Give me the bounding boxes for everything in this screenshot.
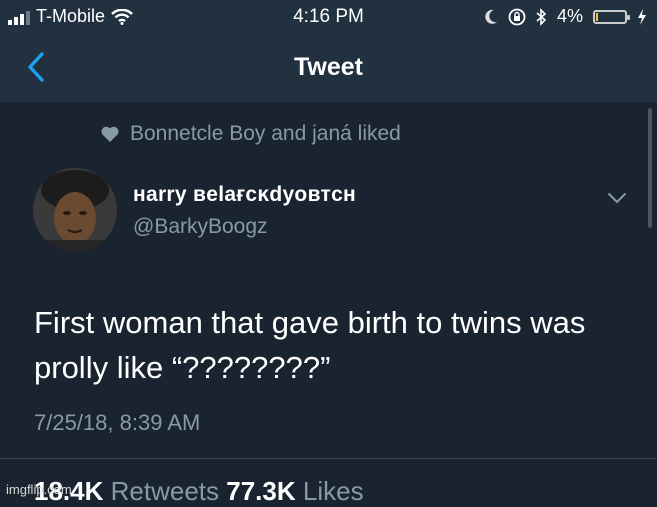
charging-bolt-icon xyxy=(638,8,646,25)
avatar[interactable] xyxy=(33,168,117,252)
status-bar: T-Mobile 4:16 PM 4% xyxy=(0,0,657,34)
moon-icon xyxy=(485,9,497,24)
page-title: Tweet xyxy=(294,53,363,81)
battery-icon xyxy=(593,9,630,24)
tweet-text-line-2: prolly like “????????” xyxy=(34,350,331,385)
tweet-stats: 18.4K Retweets 77.3K Likes xyxy=(34,476,364,507)
scrollbar[interactable] xyxy=(648,108,652,228)
watermark: imgflip.com xyxy=(6,482,72,497)
bluetooth-icon xyxy=(536,7,547,26)
user-handle[interactable]: @BarkyBoogz xyxy=(133,215,268,239)
tweet-timestamp: 7/25/18, 8:39 AM xyxy=(34,410,201,435)
avatar-image xyxy=(33,168,117,252)
nav-bar: Tweet xyxy=(0,40,657,96)
battery-percent: 4% xyxy=(556,6,583,26)
social-context-label: Bonnetcle Boy and janá liked xyxy=(130,122,401,145)
likes-count[interactable]: 77.3K xyxy=(226,476,295,506)
retweets-label[interactable]: Retweets xyxy=(111,476,219,506)
divider xyxy=(0,458,657,459)
rotation-lock-icon xyxy=(508,8,526,25)
display-name[interactable]: нarry вelaғcĸdyoвтcн xyxy=(133,183,356,207)
heart-icon xyxy=(101,126,119,142)
tweet-text-line-1: First woman that gave birth to twins was xyxy=(34,305,586,340)
battery-fill xyxy=(596,12,598,21)
likes-label[interactable]: Likes xyxy=(303,476,364,506)
tweet-text: First woman that gave birth to twins was… xyxy=(34,300,644,390)
chevron-down-icon[interactable] xyxy=(606,190,628,206)
top-bar: T-Mobile 4:16 PM 4% Tweet xyxy=(0,0,657,102)
status-right: 4% xyxy=(484,6,647,27)
social-context: Bonnetcle Boy and janá liked xyxy=(100,122,401,146)
